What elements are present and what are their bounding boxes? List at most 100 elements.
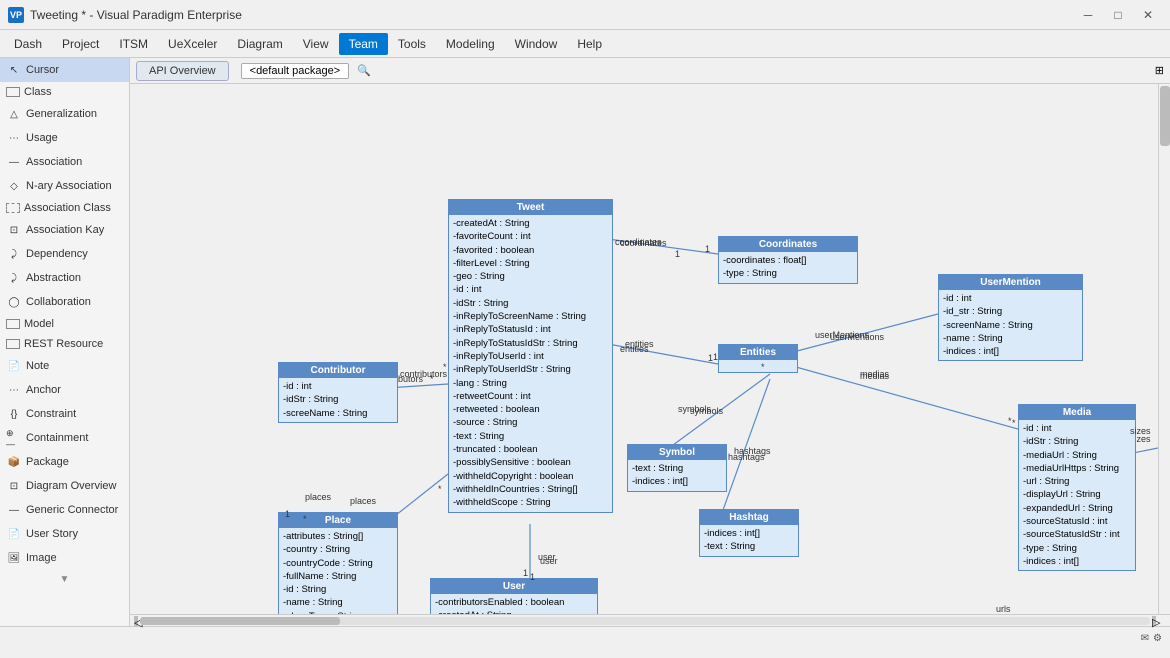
sidebar-item-class[interactable]: Class	[0, 82, 129, 102]
sidebar-item-rest-resource[interactable]: REST Resource	[0, 334, 129, 354]
horizontal-scrollbar[interactable]: ◁ ▷	[130, 614, 1170, 626]
sidebar-item-dependency[interactable]: ⤸ Dependency	[0, 242, 129, 266]
assoc-key-icon: ⊡	[6, 222, 22, 238]
menu-window[interactable]: Window	[505, 33, 568, 55]
menu-uexceler[interactable]: UeXceler	[158, 33, 227, 55]
label-coords-1: 1	[675, 249, 680, 259]
sidebar-item-cursor[interactable]: ↖ Cursor	[0, 58, 129, 82]
mail-icon[interactable]: ✉	[1141, 633, 1149, 644]
app-icon: VP	[8, 7, 24, 23]
class-place[interactable]: Place -attributes : String[] -country : …	[278, 512, 398, 614]
sidebar-item-image[interactable]: 🖼 Image	[0, 546, 129, 570]
class-symbol-body: -text : String -indices : int[]	[628, 460, 726, 491]
package-label: <default package>	[241, 63, 350, 79]
sidebar-item-association[interactable]: — Association	[0, 150, 129, 174]
menu-view[interactable]: View	[293, 33, 339, 55]
label-places-1: 1	[285, 509, 290, 519]
scrollbar-thumb-h[interactable]	[140, 617, 340, 625]
label-entities-1: 1	[713, 352, 718, 362]
sidebar-item-constraint[interactable]: {} Constraint	[0, 402, 129, 426]
search-icon[interactable]: 🔍	[357, 64, 371, 77]
menu-help[interactable]: Help	[567, 33, 612, 55]
class-icon	[6, 87, 20, 97]
minimize-button[interactable]: ─	[1074, 5, 1102, 25]
class-user[interactable]: User -contributorsEnabled : boolean -cre…	[430, 578, 598, 614]
sidebar-item-association-class[interactable]: Association Class	[0, 198, 129, 218]
sidebar-item-package[interactable]: 📦 Package	[0, 450, 129, 474]
generic-connector-icon: —	[6, 502, 22, 518]
sidebar-scroll-down[interactable]: ▼	[0, 570, 129, 589]
settings-icon[interactable]: ⚙	[1153, 633, 1162, 644]
anchor-icon: ⋯	[6, 382, 22, 398]
maximize-button[interactable]: □	[1104, 5, 1132, 25]
vertical-scrollbar[interactable]	[1158, 84, 1170, 614]
sidebar-item-generalization[interactable]: △ Generalization	[0, 102, 129, 126]
sidebar-item-model[interactable]: Model	[0, 314, 129, 334]
scrollbar-track-h	[140, 617, 1150, 625]
sidebar-item-collaboration[interactable]: ◯ Collaboration	[0, 290, 129, 314]
sidebar-label-generalization: Generalization	[26, 108, 97, 120]
api-overview-tab[interactable]: API Overview	[136, 61, 229, 81]
label-user: user	[540, 556, 558, 566]
label-contributors: contributors	[400, 369, 447, 379]
label-symbols-star: *	[761, 362, 765, 372]
sidebar-item-usage[interactable]: ⋯ Usage	[0, 126, 129, 150]
class-entities-body	[719, 360, 797, 372]
menu-tools[interactable]: Tools	[388, 33, 436, 55]
sidebar-label-rest: REST Resource	[24, 338, 103, 350]
sidebar-label-anchor: Anchor	[26, 384, 61, 396]
sidebar-label-abstraction: Abstraction	[26, 272, 81, 284]
class-contributor-body: -id : int -idStr : String -screeName : S…	[279, 378, 397, 422]
diagram-wrapper: API Overview <default package> 🔍 ⊞ coord…	[130, 58, 1170, 626]
dependency-icon: ⤸	[6, 246, 22, 262]
scroll-right-btn[interactable]: ▷	[1152, 616, 1156, 626]
sidebar-item-anchor[interactable]: ⋯ Anchor	[0, 378, 129, 402]
sidebar-item-abstraction[interactable]: ⤸ Abstraction	[0, 266, 129, 290]
sidebar-label-note: Note	[26, 360, 49, 372]
sidebar-label-assoc-class: Association Class	[24, 202, 111, 214]
class-entities-header: Entities	[719, 345, 797, 360]
diagram-canvas[interactable]: coordinates 1 entities 1 contributors * …	[130, 84, 1170, 614]
scrollbar-thumb-v[interactable]	[1160, 86, 1170, 146]
menu-itsm[interactable]: ITSM	[109, 33, 158, 55]
sidebar-item-note[interactable]: 📄 Note	[0, 354, 129, 378]
class-symbol[interactable]: Symbol -text : String -indices : int[]	[627, 444, 727, 492]
class-media-body: -id : int -idStr : String -mediaUrl : St…	[1019, 420, 1135, 570]
class-coordinates[interactable]: Coordinates -coordinates : float[] -type…	[718, 236, 858, 284]
sidebar-item-user-story[interactable]: 📄 User Story	[0, 522, 129, 546]
sidebar-item-association-key[interactable]: ⊡ Association Kay	[0, 218, 129, 242]
close-button[interactable]: ✕	[1134, 5, 1162, 25]
class-tweet[interactable]: Tweet -createdAt : String -favoriteCount…	[448, 199, 613, 513]
class-entities[interactable]: Entities	[718, 344, 798, 373]
sidebar-item-generic-connector[interactable]: — Generic Connector	[0, 498, 129, 522]
label-medias: medias	[860, 369, 889, 379]
nary-icon: ◇	[6, 178, 22, 194]
class-usermention[interactable]: UserMention -id : int -id_str : String -…	[938, 274, 1083, 361]
sidebar-item-containment[interactable]: ⊕— Containment	[0, 426, 129, 450]
diagram-options-icon[interactable]: ⊞	[1155, 64, 1164, 77]
class-coordinates-header: Coordinates	[719, 237, 857, 252]
diagram-overview-icon: ⊡	[6, 478, 22, 494]
menu-dash[interactable]: Dash	[4, 33, 52, 55]
class-media[interactable]: Media -id : int -idStr : String -mediaUr…	[1018, 404, 1136, 571]
class-usermention-header: UserMention	[939, 275, 1082, 290]
menu-diagram[interactable]: Diagram	[227, 33, 292, 55]
menu-modeling[interactable]: Modeling	[436, 33, 505, 55]
label-coords: coordinates	[615, 237, 662, 247]
class-contributor-header: Contributor	[279, 363, 397, 378]
sidebar-label-assoc-key: Association Kay	[26, 224, 104, 236]
menu-project[interactable]: Project	[52, 33, 109, 55]
usage-icon: ⋯	[6, 130, 22, 146]
abstraction-icon: ⤸	[6, 270, 22, 286]
generalization-icon: △	[6, 106, 22, 122]
scroll-left-btn[interactable]: ◁	[134, 616, 138, 626]
menu-team[interactable]: Team	[339, 33, 388, 55]
sidebar-item-diagram-overview[interactable]: ⊡ Diagram Overview	[0, 474, 129, 498]
diagram-inner: coordinates 1 entities 1 contributors * …	[130, 84, 1170, 614]
class-tweet-body: -createdAt : String -favoriteCount : int…	[449, 215, 612, 512]
svg-text:1: 1	[523, 568, 528, 578]
sidebar-item-nary-association[interactable]: ◇ N-ary Association	[0, 174, 129, 198]
sidebar-label-collaboration: Collaboration	[26, 296, 91, 308]
class-contributor[interactable]: Contributor -id : int -idStr : String -s…	[278, 362, 398, 423]
class-hashtag[interactable]: Hashtag -indices : int[] -text : String	[699, 509, 799, 557]
